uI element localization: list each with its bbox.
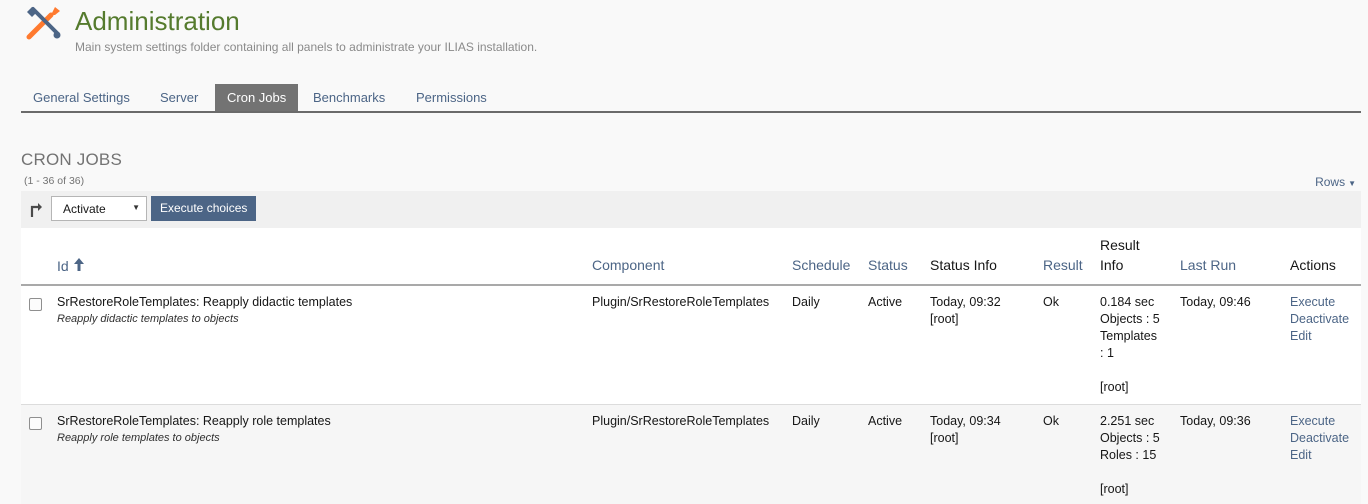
deactivate-link[interactable]: Deactivate xyxy=(1290,430,1349,447)
edit-link[interactable]: Edit xyxy=(1290,328,1349,345)
row-checkbox[interactable] xyxy=(29,417,42,430)
column-status-info: Status Info xyxy=(930,257,997,273)
job-subtitle: Reapply didactic templates to objects xyxy=(57,313,239,325)
column-component[interactable]: Component xyxy=(592,257,664,273)
result-info-line: : 1 xyxy=(1100,346,1114,360)
result-info-line xyxy=(1100,464,1160,481)
tab-benchmarks[interactable]: Benchmarks xyxy=(301,84,397,111)
status-info-cell: Today, 09:32 [root] xyxy=(930,294,1001,328)
deactivate-link[interactable]: Deactivate xyxy=(1290,311,1349,328)
tools-icon xyxy=(26,7,61,40)
caret-down-icon: ▼ xyxy=(1348,179,1356,188)
row-checkbox[interactable] xyxy=(29,298,42,311)
column-last-run[interactable]: Last Run xyxy=(1180,257,1236,273)
actions-cell: Execute Deactivate Edit xyxy=(1290,294,1349,345)
status-info-user: [root] xyxy=(930,312,959,326)
last-run-cell: Today, 09:36 xyxy=(1180,414,1251,428)
edit-link[interactable]: Edit xyxy=(1290,447,1349,464)
result-info-line: Roles : 15 xyxy=(1100,448,1157,462)
actions-cell: Execute Deactivate Edit xyxy=(1290,413,1349,464)
status-info-time: Today, 09:32 xyxy=(930,295,1001,309)
sort-ascending-icon xyxy=(73,258,84,271)
column-id-label: Id xyxy=(57,258,69,274)
status-info-cell: Today, 09:34 [root] xyxy=(930,413,1001,447)
table-row: SrRestoreRoleTemplates: Reapply role tem… xyxy=(21,405,1361,504)
column-result-info-line1: Result xyxy=(1100,237,1140,253)
column-result-info-line2: Info xyxy=(1100,257,1124,273)
column-result[interactable]: Result xyxy=(1043,257,1083,273)
result-cell: Ok xyxy=(1043,414,1059,428)
status-info-user: [root] xyxy=(930,431,959,445)
component-cell: Plugin/SrRestoreRoleTemplates xyxy=(592,414,770,428)
corner-arrow-icon xyxy=(30,203,42,217)
row-count: (1 - 36 of 36) xyxy=(24,175,85,187)
result-info-line xyxy=(1100,362,1160,379)
table-title: CRON JOBS xyxy=(21,150,122,169)
result-info-line: 0.184 sec xyxy=(1100,295,1155,309)
schedule-cell: Daily xyxy=(792,295,820,309)
job-id-cell: SrRestoreRoleTemplates: Reapply role tem… xyxy=(57,413,331,447)
page-description: Main system settings folder containing a… xyxy=(75,40,538,54)
tab-permissions[interactable]: Permissions xyxy=(404,84,499,111)
result-info-line: [root] xyxy=(1100,482,1129,496)
result-cell: Ok xyxy=(1043,295,1059,309)
result-info-line: 2.251 sec xyxy=(1100,414,1155,428)
result-info-cell: 2.251 sec Objects : 5 Roles : 15 [root] xyxy=(1100,413,1160,498)
column-status[interactable]: Status xyxy=(868,257,908,273)
column-schedule[interactable]: Schedule xyxy=(792,257,850,273)
action-select-value: Activate xyxy=(63,202,106,216)
job-subtitle: Reapply role templates to objects xyxy=(57,432,220,444)
action-select[interactable]: Activate ▼ xyxy=(51,196,147,221)
component-cell: Plugin/SrRestoreRoleTemplates xyxy=(592,295,770,309)
column-id[interactable]: Id xyxy=(57,257,85,274)
tab-general-settings[interactable]: General Settings xyxy=(21,84,142,111)
result-info-line: [root] xyxy=(1100,380,1129,394)
status-info-time: Today, 09:34 xyxy=(930,414,1001,428)
rows-dropdown[interactable]: Rows ▼ xyxy=(1315,175,1356,189)
table-header: Id Component Schedule Status Status Info… xyxy=(21,228,1361,286)
result-info-cell: 0.184 sec Objects : 5 Templates : 1 [roo… xyxy=(1100,294,1160,396)
caret-down-icon: ▼ xyxy=(132,203,140,212)
result-info-line: Objects : 5 xyxy=(1100,312,1160,326)
job-title: SrRestoreRoleTemplates: Reapply role tem… xyxy=(57,414,331,428)
status-cell: Active xyxy=(868,414,903,428)
job-title: SrRestoreRoleTemplates: Reapply didactic… xyxy=(57,295,353,309)
execute-link[interactable]: Execute xyxy=(1290,294,1349,311)
tab-cron-jobs[interactable]: Cron Jobs xyxy=(215,84,299,111)
result-info-line: Objects : 5 xyxy=(1100,431,1160,445)
tab-bar: General Settings Server Cron Jobs Benchm… xyxy=(21,84,1361,113)
tab-server[interactable]: Server xyxy=(148,84,210,111)
result-info-line: Templates xyxy=(1100,329,1157,343)
column-actions: Actions xyxy=(1290,257,1336,273)
table-row: SrRestoreRoleTemplates: Reapply didactic… xyxy=(21,286,1361,405)
schedule-cell: Daily xyxy=(792,414,820,428)
execute-link[interactable]: Execute xyxy=(1290,413,1349,430)
last-run-cell: Today, 09:46 xyxy=(1180,295,1251,309)
rows-label: Rows xyxy=(1315,175,1346,189)
table-toolbar: Activate ▼ Execute choices xyxy=(21,191,1361,228)
status-cell: Active xyxy=(868,295,903,309)
job-id-cell: SrRestoreRoleTemplates: Reapply didactic… xyxy=(57,294,352,328)
execute-choices-button[interactable]: Execute choices xyxy=(151,196,257,221)
page-title: Administration xyxy=(75,6,240,36)
